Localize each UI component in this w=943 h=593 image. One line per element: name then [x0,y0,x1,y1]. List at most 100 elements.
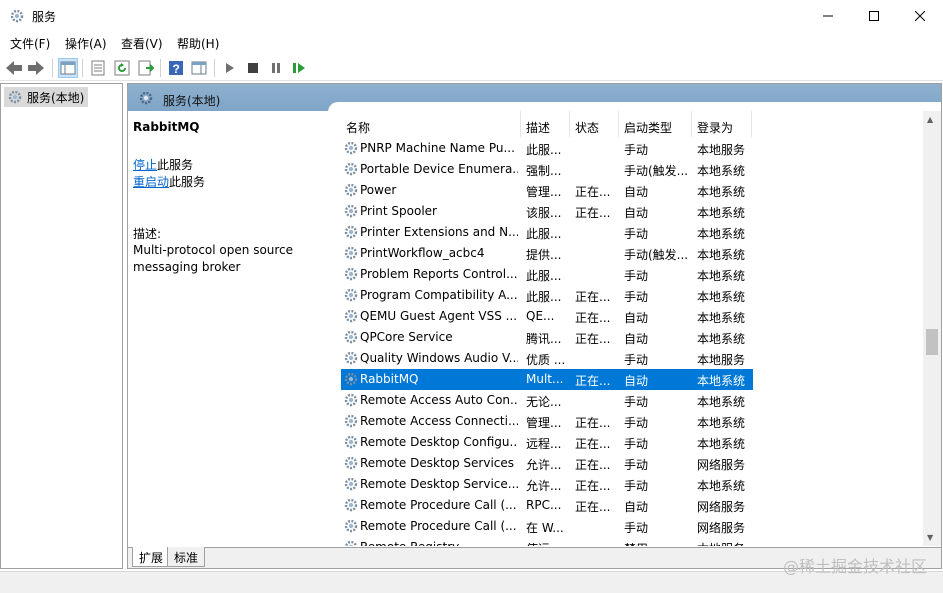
cell-description: 此服... [526,269,562,283]
tab-standard[interactable]: 标准 [167,547,206,567]
cell-status: 正在... [575,374,611,388]
service-gear-icon [343,203,359,219]
table-row[interactable]: Program Compatibility A... 此服... 正在... 手动 本地… [341,285,753,306]
table-row[interactable]: Remote Desktop Services 允许... 正在... 手动 网络服务 [341,453,753,474]
pause-service-button[interactable] [266,58,286,78]
cell-status: 正在... [575,479,611,493]
cell-log-on-as: 本地系统 [697,164,746,178]
table-row[interactable]: Remote Procedure Call (... RPC... 正在... 自动 网… [341,495,753,516]
cell-name: Remote Desktop Services [360,456,515,470]
cell-log-on-as: 本地系统 [697,374,746,388]
cell-status: 正在... [575,185,611,199]
forward-button[interactable] [26,58,46,78]
show-action-pane-button[interactable] [189,58,209,78]
table-row[interactable]: RabbitMQ Mult... 正在... 自动 本地系统 [341,369,753,390]
column-header-description[interactable]: 描述 [521,111,570,137]
properties-button[interactable] [88,58,108,78]
cell-startup-type: 手动 [624,479,649,493]
service-gear-icon [343,224,359,240]
scrollbar-thumb[interactable] [926,329,938,355]
service-gear-icon [343,308,359,324]
restart-action: 重启动此服务 [133,173,205,190]
table-row[interactable]: Portable Device Enumera... 强制... 手动(触发... 本… [341,159,753,180]
description-text: Multi-protocol open source messaging bro… [133,242,323,276]
menu-bar: 文件(F) 操作(A) 查看(V) 帮助(H) [0,31,943,54]
cell-log-on-as: 本地服务 [697,540,751,546]
services-gear-icon [8,90,22,104]
maximize-button[interactable] [851,0,897,31]
menu-help[interactable]: 帮助(H) [177,35,219,52]
scroll-down-icon[interactable]: ▼ [927,533,933,542]
service-gear-icon [343,518,359,534]
services-gear-icon [139,91,153,105]
tab-extended[interactable]: 扩展 [132,547,171,567]
pause-icon [272,63,280,73]
column-header-log-on-as[interactable]: 登录为 [692,111,752,137]
cell-startup-type: 自动 [624,206,649,220]
cell-startup-type: 手动 [624,143,649,157]
table-row[interactable]: PrintWorkflow_acbc4 提供... 手动(触发... 本地系统 [341,243,753,264]
table-row[interactable]: PNRP Machine Name Pu... 此服... 手动 本地服务 [341,138,753,159]
refresh-icon [114,60,130,76]
table-row[interactable]: Remote Desktop Configu... 远程... 正在... 手动 本地系… [341,432,753,453]
stop-service-link[interactable]: 停止 [133,158,157,172]
table-row[interactable]: Printer Extensions and N... 此服... 手动 本地系统 [341,222,753,243]
cell-status: 正在... [575,458,611,472]
cell-log-on-as: 本地系统 [697,227,746,241]
table-row[interactable]: Remote Procedure Call (... 在 W... 手动 网络服务 [341,516,753,537]
column-header-status[interactable]: 状态 [570,111,619,137]
table-row[interactable]: Power 管理... 正在... 自动 本地系统 [341,180,753,201]
main-pane: 服务(本地) RabbitMQ 停止此服务 重启动此服务 描述: Multi-p… [127,83,942,569]
cell-name: Remote Access Auto Con... [360,393,518,407]
table-row[interactable]: Remote Registry 使远... 禁用 本地服务 [341,537,753,546]
service-gear-icon [343,350,359,366]
export-list-button[interactable] [136,58,156,78]
table-row[interactable]: Remote Access Connecti... 管理... 正在... 手动 本地系… [341,411,753,432]
vertical-scrollbar[interactable]: ▲ ▼ [923,111,941,546]
table-row[interactable]: QPCore Service 腾讯... 正在... 自动 本地系统 [341,327,753,348]
column-header-startup-type[interactable]: 启动类型 [619,111,692,137]
table-row[interactable]: Print Spooler 该服... 正在... 自动 本地系统 [341,201,753,222]
table-row[interactable]: Remote Access Auto Con... 无论... 手动 本地系统 [341,390,753,411]
cell-name: Remote Desktop Service... [360,477,518,491]
forward-arrow-icon [28,61,44,75]
scroll-up-icon[interactable]: ▲ [927,115,933,124]
stop-service-button[interactable] [243,58,263,78]
watermark: @稀土掘金技术社区 [782,557,927,576]
restart-service-button[interactable] [289,58,309,78]
menu-action[interactable]: 操作(A) [65,35,107,52]
cell-name: Remote Desktop Configu... [360,435,518,449]
cell-name: Quality Windows Audio V... [360,351,518,365]
table-row[interactable]: Quality Windows Audio V... 优质 ... 手动 本地服务 [341,348,753,369]
refresh-button[interactable] [112,58,132,78]
cell-log-on-as: 本地系统 [697,416,746,430]
cell-startup-type: 手动 [624,437,649,451]
cell-startup-type: 手动 [624,521,649,535]
start-service-button[interactable] [220,58,240,78]
cell-startup-type: 自动 [624,374,649,388]
table-row[interactable]: QEMU Guest Agent VSS ... QE... 正在... 自动 本地系统 [341,306,753,327]
service-gear-icon [343,329,359,345]
help-button[interactable]: ? [166,58,186,78]
cell-log-on-as: 本地系统 [697,269,746,283]
restart-service-link[interactable]: 重启动 [133,175,169,189]
back-button[interactable] [4,58,24,78]
menu-view[interactable]: 查看(V) [121,35,163,52]
table-row[interactable]: Remote Desktop Service... 允许... 正在... 手动 本地系… [341,474,753,495]
cell-name: Program Compatibility A... [360,288,518,302]
cell-status: 正在... [575,311,611,325]
stop-suffix: 此服务 [157,158,194,172]
show-hide-console-tree-button[interactable] [58,58,78,78]
tree-item-services-local[interactable]: 服务(本地) [4,87,88,107]
service-gear-icon [343,476,359,492]
minimize-button[interactable] [805,0,851,31]
svg-text:?: ? [173,62,180,76]
restart-icon [293,63,305,73]
table-row[interactable]: Problem Reports Control... 此服... 手动 本地系统 [341,264,753,285]
console-tree-icon [60,61,76,75]
column-header-name[interactable]: ^ 名称 [341,111,521,137]
close-button[interactable] [897,0,943,31]
selected-service-name: RabbitMQ [133,120,200,134]
cell-log-on-as: 本地系统 [697,290,746,304]
menu-file[interactable]: 文件(F) [10,35,50,52]
